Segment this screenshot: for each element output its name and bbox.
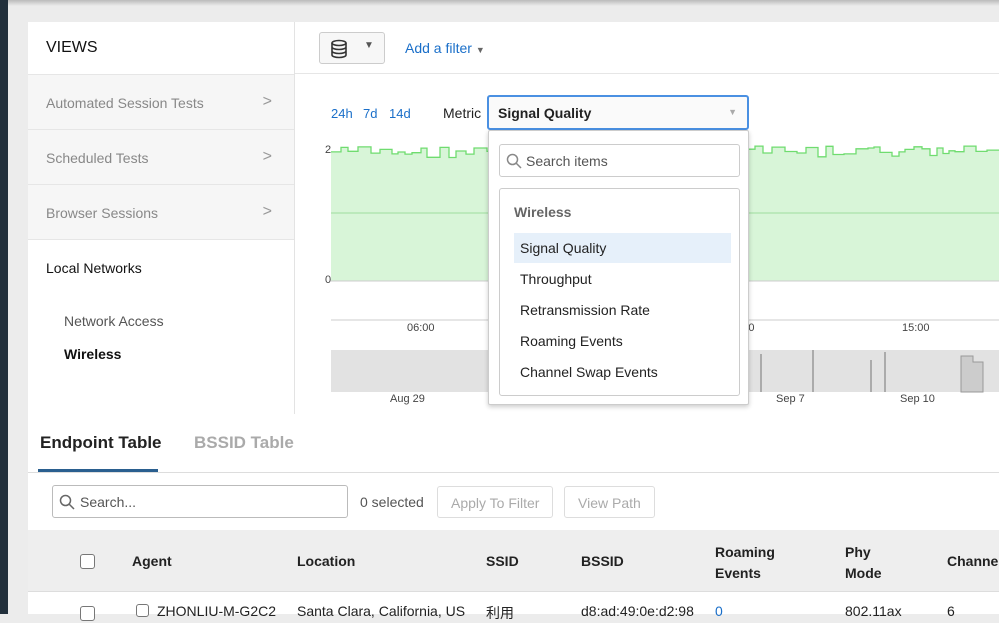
top-shade — [8, 0, 999, 6]
sidebar-subitem-network-access[interactable]: Network Access — [64, 313, 164, 329]
cell-bssid: d8:ad:49:0e:d2:98 — [581, 603, 694, 619]
column-channel[interactable]: Channel — [947, 553, 999, 569]
sidebar: VIEWS Automated Session Tests > Scheduled… — [28, 22, 295, 414]
caret-down-icon: ▼ — [475, 45, 485, 55]
column-phy-mode[interactable]: Phy Mode — [845, 542, 895, 584]
nav-tick: Sep 7 — [776, 393, 805, 405]
sidebar-item-label: Scheduled Tests — [46, 150, 149, 166]
sidebar-subitem-wireless[interactable]: Wireless — [64, 346, 121, 362]
window-edge — [0, 0, 8, 614]
dropdown-search-input[interactable]: Search items — [499, 144, 740, 177]
nav-tick: Sep 10 — [900, 393, 935, 405]
search-placeholder: Search... — [80, 494, 137, 510]
table-row[interactable]: ZHONLIU-M-G2C2 Santa Clara, California, … — [28, 593, 999, 623]
column-roaming-events[interactable]: Roaming Events — [715, 542, 795, 584]
tab-divider — [28, 472, 999, 473]
column-location[interactable]: Location — [297, 553, 355, 569]
cell-phy-mode: 802.11ax — [845, 603, 902, 619]
main-panel: ▼ Add a filter ▼ 24h 7d 14d Metric 2 0 0… — [295, 22, 999, 414]
cell-roaming-events[interactable]: 0 — [715, 603, 723, 619]
column-ssid[interactable]: SSID — [486, 553, 519, 569]
table-search-input[interactable]: Search... — [52, 485, 348, 518]
chevron-right-icon: > — [262, 148, 272, 165]
nav-tick: Aug 29 — [390, 393, 425, 405]
views-title: VIEWS — [46, 39, 98, 56]
chevron-right-icon: > — [262, 203, 272, 220]
metric-dropdown: Search items Wireless Signal Quality Thr… — [488, 130, 749, 405]
option-roaming-events[interactable]: Roaming Events — [514, 326, 731, 356]
metric-select[interactable]: Signal Quality ▼ — [487, 95, 749, 130]
sidebar-item-scheduled[interactable]: Scheduled Tests > — [28, 129, 294, 184]
tab-endpoint-table[interactable]: Endpoint Table — [40, 433, 162, 453]
database-icon — [331, 39, 347, 59]
cell-location: Santa Clara, California, US — [297, 603, 466, 619]
sidebar-item-label: Automated Session Tests — [46, 95, 204, 111]
select-all-checkbox[interactable] — [80, 554, 95, 569]
cell-agent: ZHONLIU-M-G2C2 — [157, 603, 277, 619]
search-placeholder: Search items — [526, 153, 608, 169]
toolbar: ▼ Add a filter ▼ — [295, 22, 999, 74]
group-label: Wireless — [514, 204, 572, 220]
sidebar-section-local-networks[interactable]: Local Networks — [28, 239, 294, 294]
chevron-right-icon: > — [262, 93, 272, 110]
y-tick: 0 — [325, 274, 331, 286]
metric-label: Metric — [443, 105, 482, 121]
selected-count: 0 selected — [360, 494, 424, 510]
apply-to-filter-button[interactable]: Apply To Filter — [437, 486, 554, 518]
add-filter-label: Add a filter — [405, 40, 472, 56]
cell-ssid: 利用 — [486, 605, 514, 621]
column-bssid[interactable]: BSSID — [581, 553, 624, 569]
data-source-button[interactable]: ▼ — [319, 32, 385, 64]
sidebar-item-browser[interactable]: Browser Sessions > — [28, 184, 294, 239]
add-filter-button[interactable]: Add a filter ▼ — [405, 40, 485, 56]
metric-selected-value: Signal Quality — [498, 105, 592, 121]
range-14d[interactable]: 14d — [389, 106, 411, 121]
caret-down-icon: ▼ — [364, 40, 374, 51]
agent-checkbox[interactable] — [136, 604, 149, 617]
x-tick: 06:00 — [407, 322, 435, 334]
option-retransmission-rate[interactable]: Retransmission Rate — [514, 295, 731, 325]
sidebar-item-automated[interactable]: Automated Session Tests > — [28, 74, 294, 129]
option-channel-swap-events[interactable]: Channel Swap Events — [514, 357, 731, 387]
column-agent[interactable]: Agent — [132, 553, 172, 569]
y-tick: 2 — [325, 144, 331, 156]
sidebar-item-label: Browser Sessions — [46, 205, 159, 221]
table-header: Agent Location SSID BSSID Roaming Events… — [28, 530, 999, 592]
search-icon — [59, 494, 75, 510]
option-throughput[interactable]: Throughput — [514, 264, 731, 294]
range-24h[interactable]: 24h — [331, 106, 353, 121]
tab-bssid-table[interactable]: BSSID Table — [194, 433, 294, 453]
sidebar-section-label: Local Networks — [46, 260, 142, 276]
dropdown-list: Wireless Signal Quality Throughput Retra… — [499, 188, 740, 396]
table-section: Endpoint Table BSSID Table Search... 0 s… — [28, 414, 999, 621]
x-tick: 15:00 — [902, 322, 930, 334]
search-icon — [506, 153, 522, 169]
view-path-button[interactable]: View Path — [564, 486, 655, 518]
option-signal-quality[interactable]: Signal Quality — [514, 233, 731, 263]
caret-down-icon: ▼ — [728, 107, 737, 117]
range-7d[interactable]: 7d — [363, 106, 377, 121]
cell-channel: 6 — [947, 603, 955, 619]
